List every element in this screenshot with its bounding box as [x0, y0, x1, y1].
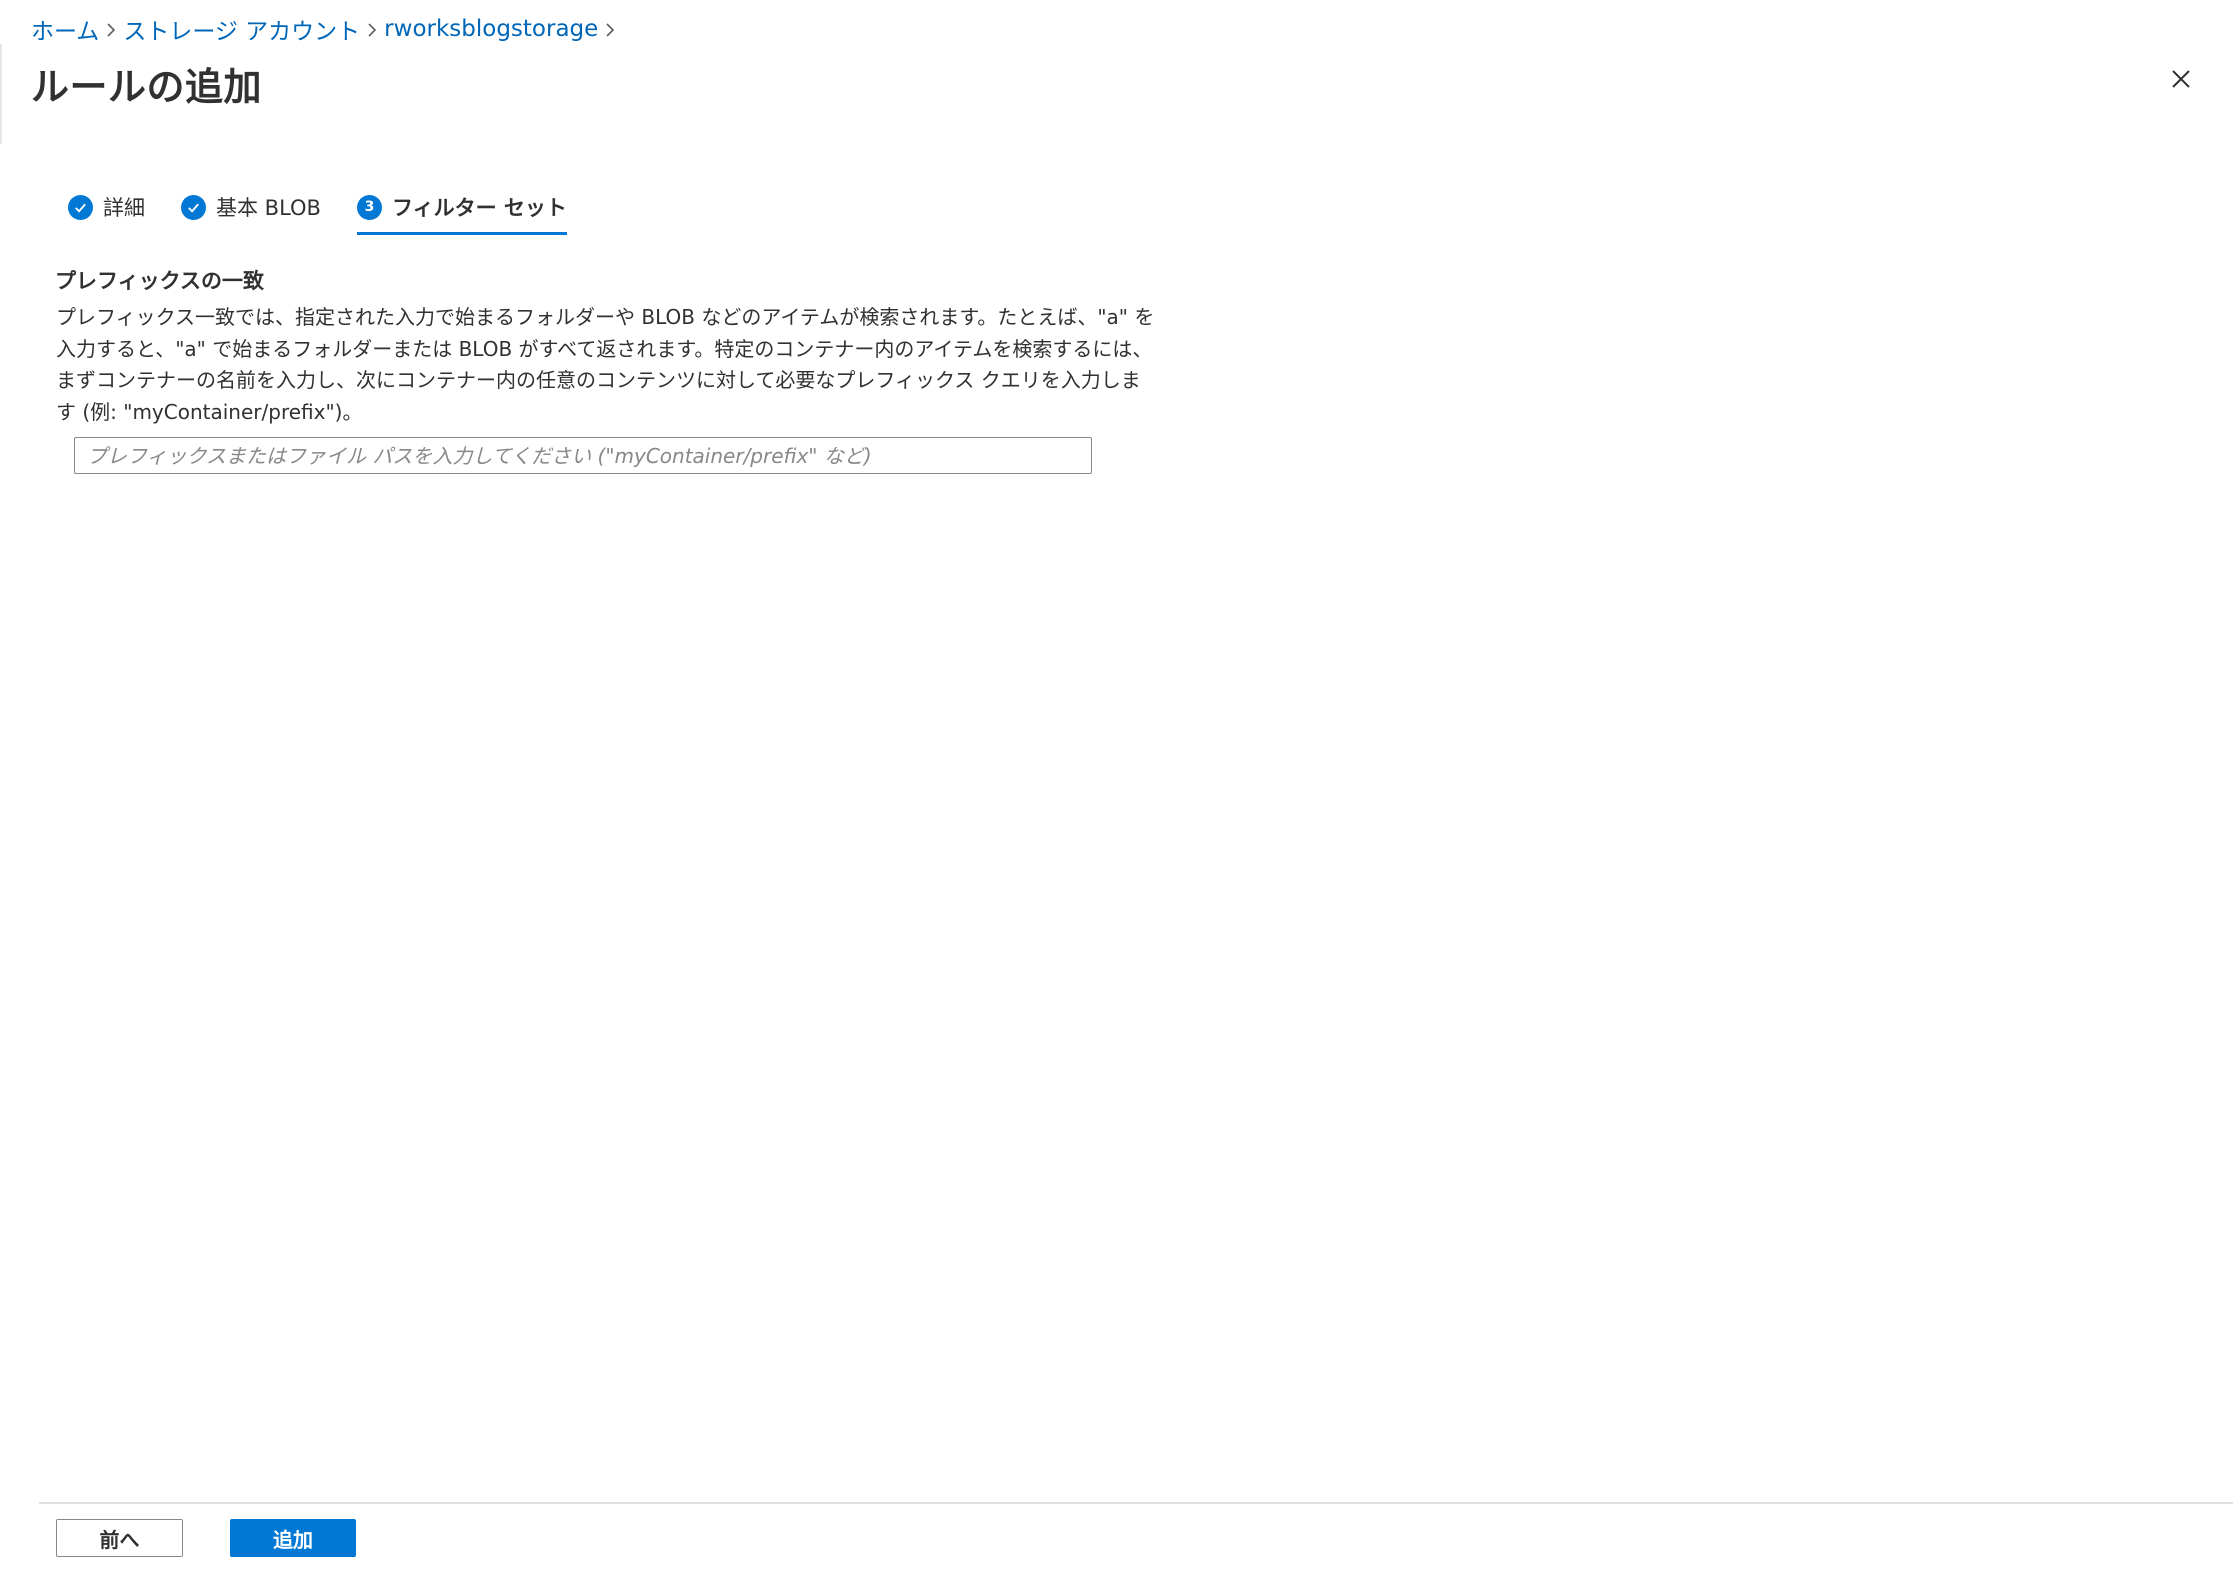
tab-base-blob[interactable]: 基本 BLOB: [181, 190, 321, 224]
prefix-input[interactable]: [74, 437, 1092, 474]
tab-label: フィルター セット: [391, 196, 567, 220]
chevron-right-icon: [99, 16, 123, 42]
page-title: ルールの追加: [31, 65, 263, 109]
add-rule-page: ホーム ストレージ アカウント rworksblogstorage ルールの追加…: [0, 0, 2233, 1571]
breadcrumb-storage-accounts[interactable]: ストレージ アカウント: [123, 12, 360, 46]
active-tab-indicator: [356, 232, 567, 235]
footer-divider: [39, 1502, 2233, 1504]
breadcrumb-storage-account[interactable]: rworksblogstorage: [384, 16, 598, 42]
section-description: プレフィックス一致では、指定された入力で始まるフォルダーや BLOB などのアイ…: [56, 305, 1155, 424]
tab-label: 基本 BLOB: [216, 196, 321, 220]
check-circle-icon: [68, 194, 93, 220]
step-number: 3: [364, 199, 375, 215]
close-icon[interactable]: [2166, 64, 2196, 94]
chevron-right-icon: [598, 16, 622, 42]
tab-label: 詳細: [103, 196, 145, 220]
tab-details[interactable]: 詳細: [68, 190, 145, 224]
wizard-tabs: 詳細 基本 BLOB 3 フィルター セット: [68, 190, 603, 236]
section-title: プレフィックスの一致: [55, 269, 264, 293]
left-divider: [0, 44, 2, 144]
tab-filter-set[interactable]: 3 フィルター セット: [356, 190, 567, 235]
add-button[interactable]: 追加: [230, 1519, 356, 1557]
step-number-badge: 3: [356, 194, 382, 220]
check-circle-icon: [181, 194, 206, 220]
previous-button[interactable]: 前へ: [56, 1519, 183, 1557]
chevron-right-icon: [360, 16, 384, 42]
breadcrumb: ホーム ストレージ アカウント rworksblogstorage: [31, 12, 622, 46]
breadcrumb-home[interactable]: ホーム: [31, 12, 99, 46]
